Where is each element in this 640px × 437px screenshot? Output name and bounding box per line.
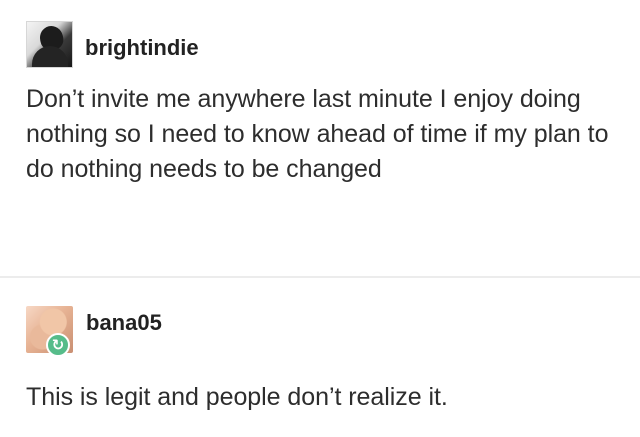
post-brightindie: brightindie Don’t invite me anywhere las…: [0, 0, 640, 277]
username[interactable]: brightindie: [85, 35, 199, 61]
post-text: Don’t invite me anywhere last minute I e…: [26, 85, 609, 183]
post-header: brightindie: [26, 21, 199, 68]
username[interactable]: bana05: [86, 310, 162, 336]
post-text: This is legit and people don’t realize i…: [26, 383, 448, 411]
profile-silhouette-body-icon: [32, 46, 68, 67]
avatar[interactable]: [26, 21, 73, 68]
reblog-icon: ↻: [46, 333, 70, 357]
post-header: ↻ bana05: [26, 306, 162, 357]
post-bana05: ↻ bana05 This is legit and people don’t …: [0, 278, 640, 437]
avatar[interactable]: ↻: [26, 306, 73, 357]
